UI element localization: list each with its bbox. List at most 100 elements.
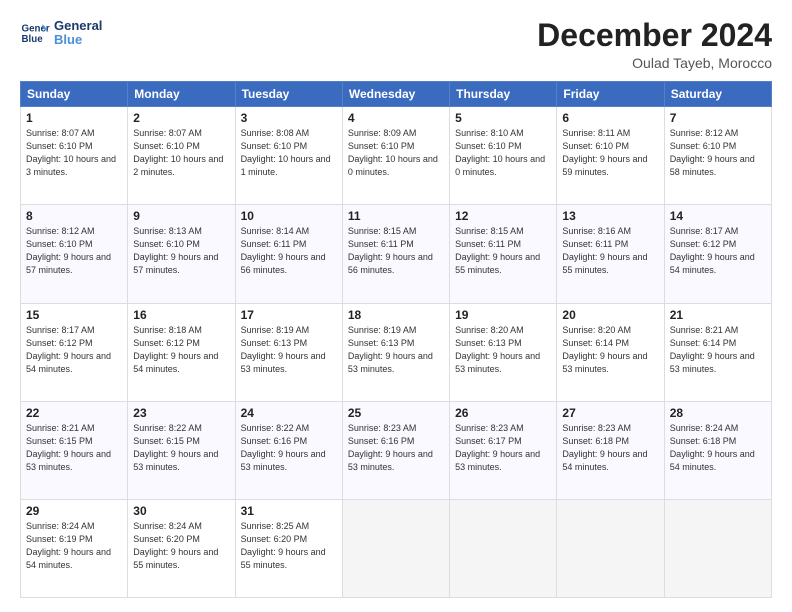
day-info: Sunrise: 8:21 AMSunset: 6:15 PMDaylight:… [26, 422, 122, 474]
day-info: Sunrise: 8:19 AMSunset: 6:13 PMDaylight:… [241, 324, 337, 376]
table-row: 6 Sunrise: 8:11 AMSunset: 6:10 PMDaylight… [557, 107, 664, 205]
table-row: 20 Sunrise: 8:20 AMSunset: 6:14 PMDayligh… [557, 303, 664, 401]
col-wednesday: Wednesday [342, 82, 449, 107]
table-row: 27Sunrise: 8:23 AMSunset: 6:18 PMDayligh… [557, 401, 664, 499]
day-number: 15 [26, 308, 122, 322]
day-number: 3 [241, 111, 337, 125]
table-row: 13 Sunrise: 8:16 AMSunset: 6:11 PMDayligh… [557, 205, 664, 303]
day-number: 25 [348, 406, 444, 420]
day-number: 10 [241, 209, 337, 223]
day-number: 1 [26, 111, 122, 125]
day-info: Sunrise: 8:11 AMSunset: 6:10 PMDaylight:… [562, 127, 658, 179]
col-saturday: Saturday [664, 82, 771, 107]
table-row: 21Sunrise: 8:21 AMSunset: 6:14 PMDayligh… [664, 303, 771, 401]
logo: General Blue General Blue [20, 18, 102, 48]
table-row: 11Sunrise: 8:15 AMSunset: 6:11 PMDayligh… [342, 205, 449, 303]
table-row: 9 Sunrise: 8:13 AMSunset: 6:10 PMDaylight… [128, 205, 235, 303]
table-row [450, 499, 557, 597]
day-info: Sunrise: 8:19 AMSunset: 6:13 PMDaylight:… [348, 324, 444, 376]
day-info: Sunrise: 8:16 AMSunset: 6:11 PMDaylight:… [562, 225, 658, 277]
col-friday: Friday [557, 82, 664, 107]
table-row: 4 Sunrise: 8:09 AMSunset: 6:10 PMDaylight… [342, 107, 449, 205]
day-number: 22 [26, 406, 122, 420]
table-row: 15 Sunrise: 8:17 AMSunset: 6:12 PMDayligh… [21, 303, 128, 401]
day-info: Sunrise: 8:22 AMSunset: 6:16 PMDaylight:… [241, 422, 337, 474]
calendar-week-row: 15 Sunrise: 8:17 AMSunset: 6:12 PMDayligh… [21, 303, 772, 401]
table-row: 18 Sunrise: 8:19 AMSunset: 6:13 PMDayligh… [342, 303, 449, 401]
day-number: 2 [133, 111, 229, 125]
day-number: 12 [455, 209, 551, 223]
day-number: 23 [133, 406, 229, 420]
calendar-week-row: 1 Sunrise: 8:07 AMSunset: 6:10 PMDaylight… [21, 107, 772, 205]
day-info: Sunrise: 8:09 AMSunset: 6:10 PMDaylight:… [348, 127, 444, 179]
table-row: 10 Sunrise: 8:14 AMSunset: 6:11 PMDayligh… [235, 205, 342, 303]
day-number: 30 [133, 504, 229, 518]
day-number: 8 [26, 209, 122, 223]
month-title: December 2024 [537, 18, 772, 53]
day-number: 24 [241, 406, 337, 420]
table-row [664, 499, 771, 597]
calendar-week-row: 29Sunrise: 8:24 AMSunset: 6:19 PMDayligh… [21, 499, 772, 597]
table-row [342, 499, 449, 597]
table-row: 16 Sunrise: 8:18 AMSunset: 6:12 PMDayligh… [128, 303, 235, 401]
day-number: 17 [241, 308, 337, 322]
day-number: 18 [348, 308, 444, 322]
day-number: 6 [562, 111, 658, 125]
day-number: 7 [670, 111, 766, 125]
day-number: 19 [455, 308, 551, 322]
day-info: Sunrise: 8:14 AMSunset: 6:11 PMDaylight:… [241, 225, 337, 277]
table-row: 22 Sunrise: 8:21 AMSunset: 6:15 PMDayligh… [21, 401, 128, 499]
day-number: 27 [562, 406, 658, 420]
col-sunday: Sunday [21, 82, 128, 107]
table-row: 7 Sunrise: 8:12 AMSunset: 6:10 PMDaylight… [664, 107, 771, 205]
day-info: Sunrise: 8:07 AMSunset: 6:10 PMDaylight:… [26, 127, 122, 179]
day-info: Sunrise: 8:20 AMSunset: 6:13 PMDaylight:… [455, 324, 551, 376]
day-info: Sunrise: 8:12 AMSunset: 6:10 PMDaylight:… [670, 127, 766, 179]
table-row: 1 Sunrise: 8:07 AMSunset: 6:10 PMDaylight… [21, 107, 128, 205]
svg-text:Blue: Blue [22, 34, 44, 45]
day-info: Sunrise: 8:17 AMSunset: 6:12 PMDaylight:… [670, 225, 766, 277]
location: Oulad Tayeb, Morocco [537, 55, 772, 71]
day-info: Sunrise: 8:24 AMSunset: 6:20 PMDaylight:… [133, 520, 229, 572]
day-number: 13 [562, 209, 658, 223]
calendar-table: Sunday Monday Tuesday Wednesday Thursday… [20, 81, 772, 598]
table-row: 31 Sunrise: 8:25 AMSunset: 6:20 PMDayligh… [235, 499, 342, 597]
day-number: 5 [455, 111, 551, 125]
logo-text: General Blue [54, 19, 102, 48]
table-row: 19 Sunrise: 8:20 AMSunset: 6:13 PMDayligh… [450, 303, 557, 401]
day-info: Sunrise: 8:13 AMSunset: 6:10 PMDaylight:… [133, 225, 229, 277]
day-info: Sunrise: 8:12 AMSunset: 6:10 PMDaylight:… [26, 225, 122, 277]
day-number: 16 [133, 308, 229, 322]
col-monday: Monday [128, 82, 235, 107]
day-info: Sunrise: 8:20 AMSunset: 6:14 PMDaylight:… [562, 324, 658, 376]
day-info: Sunrise: 8:22 AMSunset: 6:15 PMDaylight:… [133, 422, 229, 474]
day-number: 4 [348, 111, 444, 125]
table-row: 24 Sunrise: 8:22 AMSunset: 6:16 PMDayligh… [235, 401, 342, 499]
title-block: December 2024 Oulad Tayeb, Morocco [537, 18, 772, 71]
day-number: 26 [455, 406, 551, 420]
table-row: 12 Sunrise: 8:15 AMSunset: 6:11 PMDayligh… [450, 205, 557, 303]
page: General Blue General Blue December 2024 … [0, 0, 792, 612]
day-info: Sunrise: 8:25 AMSunset: 6:20 PMDaylight:… [241, 520, 337, 572]
table-row: 14Sunrise: 8:17 AMSunset: 6:12 PMDayligh… [664, 205, 771, 303]
day-info: Sunrise: 8:17 AMSunset: 6:12 PMDaylight:… [26, 324, 122, 376]
table-row [557, 499, 664, 597]
day-info: Sunrise: 8:15 AMSunset: 6:11 PMDaylight:… [348, 225, 444, 277]
header: General Blue General Blue December 2024 … [20, 18, 772, 71]
table-row: 28Sunrise: 8:24 AMSunset: 6:18 PMDayligh… [664, 401, 771, 499]
day-info: Sunrise: 8:18 AMSunset: 6:12 PMDaylight:… [133, 324, 229, 376]
table-row: 8 Sunrise: 8:12 AMSunset: 6:10 PMDaylight… [21, 205, 128, 303]
day-info: Sunrise: 8:08 AMSunset: 6:10 PMDaylight:… [241, 127, 337, 179]
day-number: 9 [133, 209, 229, 223]
day-number: 20 [562, 308, 658, 322]
table-row: 3 Sunrise: 8:08 AMSunset: 6:10 PMDaylight… [235, 107, 342, 205]
calendar-week-row: 8 Sunrise: 8:12 AMSunset: 6:10 PMDaylight… [21, 205, 772, 303]
table-row: 2 Sunrise: 8:07 AMSunset: 6:10 PMDaylight… [128, 107, 235, 205]
table-row: 26Sunrise: 8:23 AMSunset: 6:17 PMDayligh… [450, 401, 557, 499]
day-number: 28 [670, 406, 766, 420]
calendar-header-row: Sunday Monday Tuesday Wednesday Thursday… [21, 82, 772, 107]
day-number: 31 [241, 504, 337, 518]
day-number: 21 [670, 308, 766, 322]
day-info: Sunrise: 8:07 AMSunset: 6:10 PMDaylight:… [133, 127, 229, 179]
day-info: Sunrise: 8:15 AMSunset: 6:11 PMDaylight:… [455, 225, 551, 277]
